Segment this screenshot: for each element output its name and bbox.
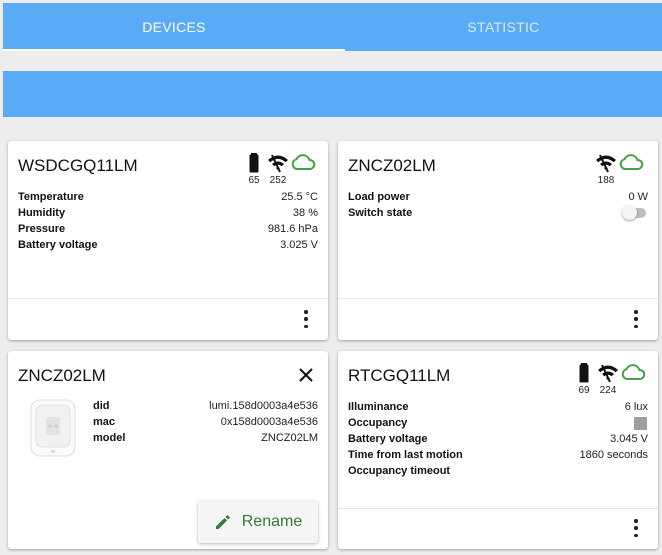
reading-label: Battery voltage <box>348 433 428 445</box>
info-row: did lumi.158d0003a4e536 <box>93 398 318 414</box>
toggle-knob <box>622 205 637 220</box>
reading-row: Pressure 981.6 hPa <box>18 221 318 237</box>
info-label: model <box>93 432 126 444</box>
info-row: model ZNCZ02LM <box>93 430 318 446</box>
link-quality-indicator: 188 <box>594 152 618 186</box>
reading-label: Switch state <box>348 207 413 219</box>
rename-button[interactable]: Rename <box>198 501 318 543</box>
cloud-indicator <box>620 362 646 396</box>
info-label: mac <box>93 416 116 428</box>
reading-row: Occupancy <box>348 415 648 431</box>
link-quality-value: 252 <box>269 175 287 186</box>
close-icon[interactable] <box>298 367 314 383</box>
switch-state-toggle[interactable] <box>622 205 646 220</box>
reading-label: Humidity <box>18 207 66 219</box>
reading-row: Humidity 38 % <box>18 205 318 221</box>
device-card-rtcgq11lm: RTCGQ11LM 69 224 Illuminance 6 lux Occup… <box>338 351 658 549</box>
reading-row: Occupancy timeout <box>348 463 648 479</box>
device-title: WSDCGQ11LM <box>18 156 138 175</box>
tab-devices[interactable]: DEVICES <box>3 3 345 51</box>
battery-icon <box>579 363 589 383</box>
cloud-icon <box>619 154 644 170</box>
link-quality-value: 224 <box>599 385 617 396</box>
battery-indicator: 65 <box>242 152 266 186</box>
link-quality-value: 188 <box>597 175 615 186</box>
rename-label: Rename <box>241 513 303 530</box>
device-status: 69 224 <box>572 362 646 396</box>
reading-label: Temperature <box>18 191 84 203</box>
link-quality-indicator: 224 <box>596 362 620 396</box>
battery-value: 65 <box>248 175 260 186</box>
device-card-zncz02lm: ZNCZ02LM 188 Load power 0 W Switch state <box>338 141 658 340</box>
tab-statistic[interactable]: STATISTIC <box>345 3 662 51</box>
device-title: ZNCZ02LM <box>348 156 436 175</box>
tab-indicator <box>3 49 345 51</box>
occupancy-checkbox <box>634 416 647 430</box>
more-vert-icon[interactable] <box>630 310 642 328</box>
reading-value: 25.5 °C <box>281 191 318 203</box>
battery-indicator: 69 <box>572 362 596 396</box>
tab-bar: DEVICES STATISTIC <box>3 3 662 51</box>
info-label: did <box>93 400 110 412</box>
reading-value: 3.045 V <box>610 433 648 445</box>
device-status: 188 <box>594 152 644 186</box>
reading-value: 3.025 V <box>280 239 318 251</box>
wifi-icon <box>268 154 288 173</box>
cloud-icon <box>291 154 316 170</box>
pencil-icon <box>215 515 230 529</box>
reading-row: Switch state <box>348 205 648 221</box>
smart-plug-image <box>30 399 76 457</box>
battery-value: 69 <box>578 385 590 396</box>
reading-row: Illuminance 6 lux <box>348 399 648 415</box>
reading-label: Load power <box>348 191 410 203</box>
cloud-icon <box>621 364 646 380</box>
info-row: mac 0x158d0003a4e536 <box>93 414 318 430</box>
info-value: 0x158d0003a4e536 <box>220 416 318 428</box>
reading-row: Battery voltage 3.045 V <box>348 431 648 447</box>
wifi-icon <box>598 364 618 383</box>
card-divider <box>338 508 658 509</box>
reading-label: Battery voltage <box>18 239 98 251</box>
reading-value: 0 W <box>628 191 648 203</box>
reading-label: Occupancy timeout <box>348 465 451 477</box>
toolbar <box>3 71 662 117</box>
card-divider <box>338 298 658 299</box>
device-title: RTCGQ11LM <box>348 366 451 385</box>
device-card-wsdcgq11lm: WSDCGQ11LM 65 252 Temperature 25.5 °C Hu… <box>8 141 328 340</box>
link-quality-indicator: 252 <box>266 152 290 186</box>
device-info-list: did lumi.158d0003a4e536 mac 0x158d0003a4e5… <box>93 398 318 446</box>
reading-label: Occupancy <box>348 417 408 429</box>
reading-label: Pressure <box>18 223 66 235</box>
cloud-indicator <box>618 152 644 186</box>
reading-row: Time from last motion 1860 seconds <box>348 447 648 463</box>
battery-icon <box>249 153 259 173</box>
more-vert-icon[interactable] <box>630 519 642 537</box>
card-divider <box>8 298 328 299</box>
reading-value: 1860 seconds <box>579 449 649 461</box>
wifi-icon <box>596 154 616 173</box>
cloud-indicator <box>290 152 316 186</box>
reading-row: Load power 0 W <box>348 189 648 205</box>
reading-value: 6 lux <box>624 401 648 413</box>
reading-list: Illuminance 6 lux Occupancy Battery volta… <box>348 399 648 479</box>
device-status: 65 252 <box>242 152 316 186</box>
reading-row: Temperature 25.5 °C <box>18 189 318 205</box>
reading-value: 981.6 hPa <box>267 223 318 235</box>
info-value: ZNCZ02LM <box>261 432 318 444</box>
more-vert-icon[interactable] <box>300 310 312 328</box>
info-value: lumi.158d0003a4e536 <box>209 400 318 412</box>
device-title: ZNCZ02LM <box>18 366 106 385</box>
reading-label: Time from last motion <box>348 449 463 461</box>
reading-list: Load power 0 W Switch state <box>348 189 648 221</box>
reading-list: Temperature 25.5 °C Humidity 38 % Pressure… <box>18 189 318 253</box>
reading-row: Battery voltage 3.025 V <box>18 237 318 253</box>
device-info-card: ZNCZ02LM did lumi.158d0003a4e536 mac 0x158… <box>8 351 328 549</box>
reading-value: 38 % <box>292 207 318 219</box>
reading-label: Illuminance <box>348 401 409 413</box>
